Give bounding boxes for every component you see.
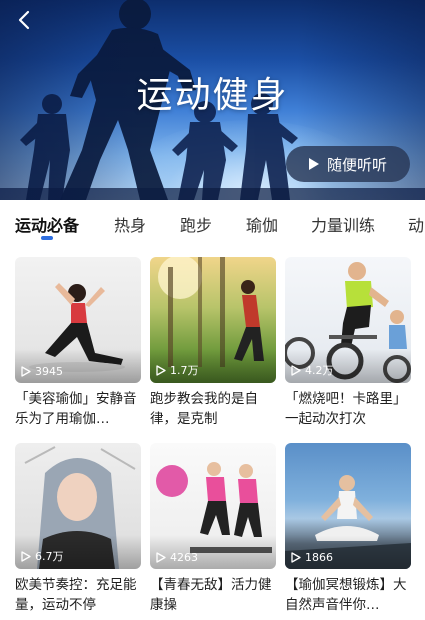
tab-sports-essentials[interactable]: 运动必备 [15,212,79,236]
back-button[interactable] [10,6,38,34]
playlist-cover: 1866 [285,443,411,569]
playlist-title: 欧美节奏控：充足能量，运动不停 [15,577,137,613]
playlist-title: 「美容瑜伽」安静音乐为了用瑜伽… [15,391,137,427]
active-tab-indicator [41,236,53,240]
playlist-cover: 4263 [150,443,276,569]
play-count-icon [291,364,301,376]
playlist-cover: 3945 [15,257,141,383]
play-count-icon [21,366,31,377]
play-count-value: 1.7万 [170,364,199,377]
playlist-card[interactable]: 1866 【瑜伽冥想锻炼】大自然声音伴你… [285,443,411,615]
play-count-icon [21,550,31,562]
playlist-title: 【瑜伽冥想锻炼】大自然声音伴你… [285,577,407,613]
playlist-cover: 4.2万 [285,257,411,383]
play-count-value: 4263 [170,551,198,564]
playlist-card[interactable]: 1.7万 跑步教会我的是自律，是克制 [150,257,276,429]
playlist-card[interactable]: 6.7万 欧美节奏控：充足能量，运动不停 [15,443,141,615]
play-count-value: 3945 [35,365,63,378]
playlist-card[interactable]: 4.2万 「燃烧吧！卡路里」一起动次打次 [285,257,411,429]
play-count-value: 1866 [305,551,333,564]
play-count: 1866 [291,551,333,564]
play-count-icon [156,552,166,563]
tab-more[interactable]: 动 [408,212,424,236]
tab-yoga[interactable]: 瑜伽 [246,212,278,236]
playlist-cover: 1.7万 [150,257,276,383]
play-count-value: 6.7万 [35,550,64,563]
random-listen-button[interactable]: 随便听听 [286,146,410,182]
tab-warm-up[interactable]: 热身 [114,212,146,236]
playlist-cover: 6.7万 [15,443,141,569]
play-count: 4.2万 [291,362,334,378]
play-count: 6.7万 [21,548,64,564]
tab-running[interactable]: 跑步 [180,212,212,236]
random-listen-label: 随便听听 [326,155,387,174]
play-count: 3945 [21,365,63,378]
tab-strength-training[interactable]: 力量训练 [311,212,375,236]
play-count: 4263 [156,551,198,564]
play-count-value: 4.2万 [305,364,334,377]
playlist-title: 「燃烧吧！卡路里」一起动次打次 [285,391,407,427]
play-count-icon [156,364,166,376]
page-title: 运动健身 [136,75,289,116]
play-icon [308,158,319,170]
chevron-left-icon [18,10,30,30]
playlist-title: 【青春无敌】活力健康操 [150,577,272,613]
category-tabs: 运动必备 热身 跑步 瑜伽 力量训练 动 [0,200,425,244]
hero-banner: 运动健身 随便听听 [0,0,425,200]
play-count: 1.7万 [156,362,199,378]
playlist-card[interactable]: 3945 「美容瑜伽」安静音乐为了用瑜伽… [15,257,141,429]
playlist-title: 跑步教会我的是自律，是克制 [150,391,258,427]
playlist-card[interactable]: 4263 【青春无敌】活力健康操 [150,443,276,615]
play-count-icon [291,552,301,563]
